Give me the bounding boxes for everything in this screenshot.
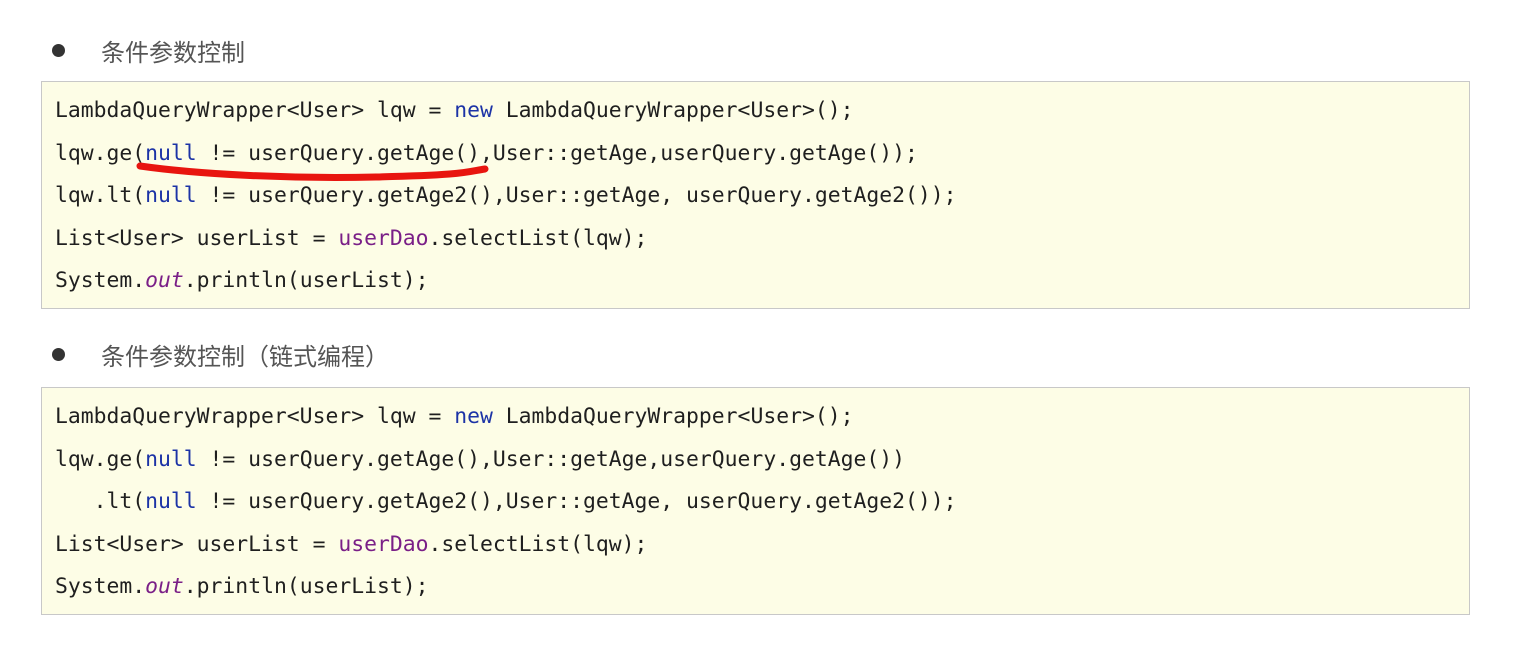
code-token: lqw.ge( xyxy=(55,446,146,472)
code-token: != userQuery.getAge2(),User::getAge, use… xyxy=(196,489,957,514)
code-token: out xyxy=(145,268,184,293)
code-line: System.out.println(userList); xyxy=(55,569,1469,612)
code-line: lqw.lt(null != userQuery.getAge2(),User:… xyxy=(55,178,1469,221)
code-token: null xyxy=(145,446,197,472)
section-title: 条件参数控制（链式编程） xyxy=(101,342,389,371)
code-line: LambdaQueryWrapper<User> lqw = new Lambd… xyxy=(55,93,1469,136)
code-token: != userQuery.getAge2(),User::getAge, use… xyxy=(196,183,957,208)
code-token: .println(userList); xyxy=(183,268,429,293)
code-line: .lt(null != userQuery.getAge2(),User::ge… xyxy=(55,484,1469,527)
code-line: List<User> userList = userDao.selectList… xyxy=(55,221,1469,264)
section-heading-1: 条件参数控制 xyxy=(52,30,245,70)
code-token: LambdaQueryWrapper<User> lqw = xyxy=(55,404,455,429)
code-block-2: LambdaQueryWrapper<User> lqw = new Lambd… xyxy=(41,387,1470,615)
code-line: LambdaQueryWrapper<User> lqw = new Lambd… xyxy=(55,399,1469,442)
code-token: != userQuery.getAge(),User::getAge,userQ… xyxy=(196,446,905,472)
code-line: System.out.println(userList); xyxy=(55,263,1469,306)
code-token: != userQuery.getAge(),User::getAge,userQ… xyxy=(196,140,918,166)
code-block-1: LambdaQueryWrapper<User> lqw = new Lambd… xyxy=(41,81,1470,309)
code-token: null xyxy=(145,183,197,208)
code-token: LambdaQueryWrapper<User> lqw = xyxy=(55,98,455,123)
code-token: userDao xyxy=(338,531,429,557)
section-title: 条件参数控制 xyxy=(101,38,245,67)
code-token: .selectList(lqw); xyxy=(428,225,648,251)
code-line: lqw.ge(null != userQuery.getAge(),User::… xyxy=(55,136,1469,179)
code-token: new xyxy=(454,98,493,123)
bullet-icon xyxy=(52,43,65,57)
code-token: List<User> userList = xyxy=(55,531,339,557)
code-token: userDao xyxy=(338,225,429,251)
code-token: null xyxy=(145,140,197,166)
code-token: new xyxy=(454,404,493,429)
code-line: lqw.ge(null != userQuery.getAge(),User::… xyxy=(55,442,1469,485)
code-token: System. xyxy=(55,268,146,293)
code-token: .selectList(lqw); xyxy=(428,531,648,557)
code-token: LambdaQueryWrapper<User>(); xyxy=(492,98,854,123)
code-line: List<User> userList = userDao.selectList… xyxy=(55,527,1469,570)
code-token: LambdaQueryWrapper<User>(); xyxy=(492,404,854,429)
code-token: System. xyxy=(55,574,146,599)
section-heading-2: 条件参数控制（链式编程） xyxy=(52,334,389,374)
code-token: out xyxy=(145,574,184,599)
bullet-icon xyxy=(52,347,65,361)
code-token: lqw.ge( xyxy=(55,140,146,166)
code-token: null xyxy=(145,489,197,514)
code-token: List<User> userList = xyxy=(55,225,339,251)
code-token: .println(userList); xyxy=(183,574,429,599)
code-token: .lt( xyxy=(55,489,146,514)
code-token: lqw.lt( xyxy=(55,183,146,208)
